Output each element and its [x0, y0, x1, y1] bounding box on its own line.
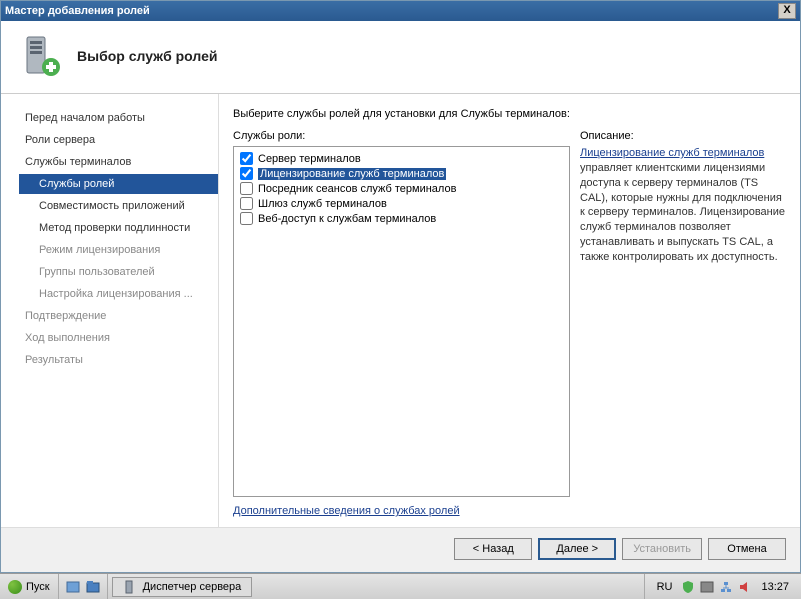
role-item[interactable]: Шлюз служб терминалов	[240, 196, 563, 211]
role-checkbox[interactable]	[240, 167, 253, 180]
content-columns: Службы роли: Сервер терминалов Лицензиров…	[233, 130, 786, 517]
wizard-window: Мастер добавления ролей X Выбор служб ро…	[0, 0, 801, 573]
role-checkbox[interactable]	[240, 197, 253, 210]
server-manager-icon	[123, 580, 137, 594]
next-button[interactable]: Далее >	[538, 538, 616, 560]
description-link[interactable]: Лицензирование служб терминалов	[580, 147, 764, 159]
titlebar: Мастер добавления ролей X	[1, 1, 800, 21]
role-item[interactable]: Веб-доступ к службам терминалов	[240, 211, 563, 226]
start-label: Пуск	[26, 581, 50, 593]
roles-label: Службы роли:	[233, 130, 570, 142]
wizard-footer: < Назад Далее > Установить Отмена	[1, 527, 800, 572]
shield-icon[interactable]	[681, 580, 695, 594]
sidebar-item: Ход выполнения	[19, 328, 218, 348]
more-info-link[interactable]: Дополнительные сведения о службах ролей	[233, 505, 460, 517]
description-label: Описание:	[580, 130, 786, 142]
clock[interactable]: 13:27	[757, 581, 793, 593]
sidebar-item: Группы пользователей	[19, 262, 218, 282]
wizard-header: Выбор служб ролей	[1, 21, 800, 94]
install-button[interactable]: Установить	[622, 538, 702, 560]
role-label: Шлюз служб терминалов	[258, 198, 387, 210]
explorer-icon[interactable]	[85, 579, 101, 595]
role-label: Веб-доступ к службам терминалов	[258, 213, 436, 225]
role-label: Лицензирование служб терминалов	[258, 168, 446, 180]
wizard-body: Перед началом работыРоли сервераСлужбы т…	[1, 94, 800, 527]
role-label: Сервер терминалов	[258, 153, 361, 165]
system-tray: RU 13:27	[644, 574, 801, 599]
page-title: Выбор служб ролей	[77, 48, 217, 64]
roles-listbox[interactable]: Сервер терминалов Лицензирование служб те…	[233, 146, 570, 497]
taskbar-task[interactable]: Диспетчер сервера	[112, 577, 253, 597]
sidebar-item[interactable]: Роли сервера	[19, 130, 218, 150]
sidebar-item: Подтверждение	[19, 306, 218, 326]
sidebar-item: Результаты	[19, 350, 218, 370]
sidebar-nav: Перед началом работыРоли сервераСлужбы т…	[1, 94, 219, 527]
show-desktop-icon[interactable]	[65, 579, 81, 595]
description-body: управляет клиентскими лицензиями доступа…	[580, 162, 785, 263]
role-checkbox[interactable]	[240, 212, 253, 225]
description-column: Описание: Лицензирование служб терминало…	[580, 130, 786, 517]
role-checkbox[interactable]	[240, 182, 253, 195]
role-item[interactable]: Посредник сеансов служб терминалов	[240, 181, 563, 196]
window-title: Мастер добавления ролей	[5, 5, 778, 17]
main-panel: Выберите службы ролей для установки для …	[219, 94, 800, 527]
sidebar-item[interactable]: Перед началом работы	[19, 108, 218, 128]
quick-launch	[59, 574, 108, 599]
volume-icon[interactable]	[738, 580, 752, 594]
sidebar-item: Режим лицензирования	[19, 240, 218, 260]
sidebar-item: Настройка лицензирования ...	[19, 284, 218, 304]
start-button[interactable]: Пуск	[0, 574, 59, 599]
cancel-button[interactable]: Отмена	[708, 538, 786, 560]
description-text: Лицензирование служб терминалов управляе…	[580, 146, 786, 265]
role-checkbox[interactable]	[240, 152, 253, 165]
taskbar: Пуск Диспетчер сервера RU 13:27	[0, 573, 801, 599]
task-label: Диспетчер сервера	[143, 581, 242, 593]
sidebar-item[interactable]: Метод проверки подлинности	[19, 218, 218, 238]
role-item[interactable]: Лицензирование служб терминалов	[240, 166, 563, 181]
instruction-text: Выберите службы ролей для установки для …	[233, 108, 786, 120]
role-item[interactable]: Сервер терминалов	[240, 151, 563, 166]
sidebar-item[interactable]: Совместимость приложений	[19, 196, 218, 216]
server-role-icon	[17, 33, 63, 79]
roles-column: Службы роли: Сервер терминалов Лицензиров…	[233, 130, 570, 517]
windows-orb-icon	[8, 580, 22, 594]
more-info: Дополнительные сведения о службах ролей	[233, 505, 570, 517]
sidebar-item[interactable]: Службы ролей	[19, 174, 218, 194]
language-indicator[interactable]: RU	[653, 581, 677, 593]
role-label: Посредник сеансов служб терминалов	[258, 183, 456, 195]
back-button[interactable]: < Назад	[454, 538, 532, 560]
sidebar-item[interactable]: Службы терминалов	[19, 152, 218, 172]
vm-icon[interactable]	[700, 580, 714, 594]
network-icon[interactable]	[719, 580, 733, 594]
close-button[interactable]: X	[778, 3, 796, 19]
